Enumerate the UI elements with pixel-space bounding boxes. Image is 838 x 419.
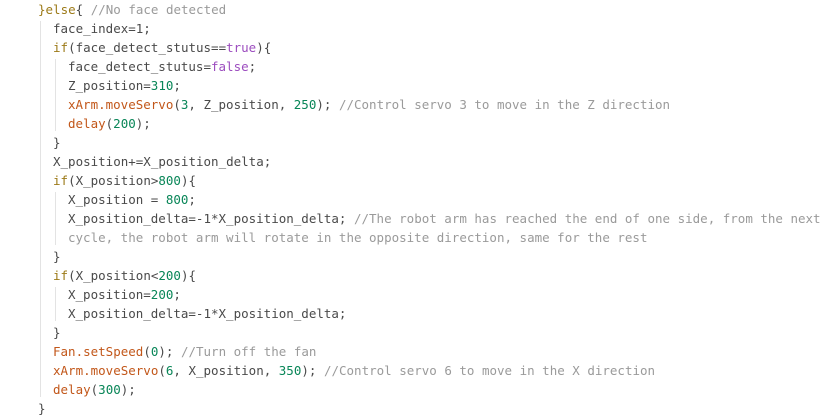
code-token-cmt: //Control servo 6 to move in the X direc… — [323, 363, 656, 378]
code-token-plain: } — [53, 249, 61, 264]
code-token-plain: (X_position< — [68, 268, 159, 283]
code-token-num: 200 — [113, 116, 136, 131]
code-token-plain: ( — [173, 97, 181, 112]
code-line: X_position = 800; — [0, 190, 838, 209]
code-token-cmt: //Control servo 3 to move in the Z direc… — [338, 97, 671, 112]
code-token-fn: xArm.moveServo — [53, 363, 159, 378]
code-line: cycle, the robot arm will rotate in the … — [0, 228, 838, 247]
code-token-bool: false — [211, 59, 249, 74]
code-token-num: 310 — [150, 78, 174, 93]
code-line: X_position_delta=-1*X_position_delta; //… — [0, 209, 838, 228]
code-token-plain: Z_position= — [68, 78, 151, 93]
code-token-plain: face_detect_stutus= — [68, 59, 211, 74]
code-token-kw: if — [53, 173, 69, 188]
code-line: delay(300); — [0, 380, 838, 399]
code-token-plain: ; — [173, 78, 181, 93]
code-token-plain: ){ — [180, 268, 197, 283]
code-token-plain: , Z_position, — [188, 97, 294, 112]
code-line: Z_position=310; — [0, 76, 838, 95]
code-line: X_position_delta=-1*X_position_delta; — [0, 304, 838, 323]
code-line: face_detect_stutus=false; — [0, 57, 838, 76]
code-token-num: 200 — [158, 268, 181, 283]
code-token-plain: } — [53, 325, 61, 340]
code-token-fn: delay — [53, 382, 91, 397]
code-token-plain: X_position_delta=-1*X_position_delta; — [68, 211, 354, 226]
code-token-plain: ; — [173, 287, 181, 302]
code-token-plain: ; — [248, 59, 257, 74]
code-token-num: 250 — [293, 97, 317, 112]
code-token-plain: ; — [188, 192, 196, 207]
code-token-plain: ); — [301, 363, 324, 378]
code-token-cmt: //No face detected — [90, 2, 227, 17]
code-token-plain: X_position = — [68, 192, 166, 207]
code-token-plain: ){ — [180, 173, 197, 188]
code-token-cmt: cycle, the robot arm will rotate in the … — [68, 230, 648, 245]
code-token-num: 300 — [98, 382, 121, 397]
code-token-num: 800 — [165, 192, 189, 207]
code-token-fn: delay — [68, 116, 106, 131]
code-line: if(X_position>800){ — [0, 171, 838, 190]
code-token-cmt: //The robot arm has reached the end of o… — [353, 211, 821, 226]
code-token-plain: X_position_delta=-1*X_position_delta; — [68, 306, 347, 321]
code-token-num: 350 — [278, 363, 302, 378]
code-token-fn: xArm.moveServo — [68, 97, 174, 112]
code-line: } — [0, 133, 838, 152]
code-line: xArm.moveServo(6, X_position, 350); //Co… — [0, 361, 838, 380]
code-line: } — [0, 323, 838, 342]
code-line: } — [0, 399, 838, 418]
code-token-plain: ( — [143, 344, 151, 359]
code-token-fn: Fan.setSpeed — [53, 344, 144, 359]
code-editor[interactable]: }else{ //No face detected face_index=1;if… — [0, 0, 838, 419]
code-token-plain: ); — [135, 116, 151, 131]
code-token-kw: }else — [38, 2, 76, 17]
code-token-kw: if — [53, 40, 69, 55]
code-token-plain: } — [38, 401, 46, 416]
code-line: delay(200); — [0, 114, 838, 133]
code-token-plain: ); — [120, 382, 136, 397]
code-token-cmt: //Turn off the fan — [180, 344, 317, 359]
code-line: if(face_detect_stutus==true){ — [0, 38, 838, 57]
code-token-plain: , X_position, — [173, 363, 279, 378]
code-line: if(X_position<200){ — [0, 266, 838, 285]
code-line: X_position=200; — [0, 285, 838, 304]
code-token-num: 200 — [150, 287, 174, 302]
code-token-plain: { — [75, 2, 91, 17]
code-token-bool: true — [226, 40, 257, 55]
code-line: }else{ //No face detected — [0, 0, 838, 19]
code-line: } — [0, 247, 838, 266]
code-token-kw: if — [53, 268, 69, 283]
code-token-num: 800 — [158, 173, 181, 188]
code-token-plain: (face_detect_stutus== — [68, 40, 227, 55]
code-token-plain: X_position= — [68, 287, 151, 302]
code-token-plain: ); — [316, 97, 339, 112]
code-line: face_index=1; — [0, 19, 838, 38]
code-token-plain: ){ — [256, 40, 272, 55]
code-token-plain: face_index=1; — [53, 21, 151, 36]
code-token-plain: (X_position> — [68, 173, 159, 188]
code-line: xArm.moveServo(3, Z_position, 250); //Co… — [0, 95, 838, 114]
code-token-plain: ); — [158, 344, 181, 359]
code-line: Fan.setSpeed(0); //Turn off the fan — [0, 342, 838, 361]
code-token-plain: } — [53, 135, 61, 150]
code-token-plain: ( — [158, 363, 166, 378]
code-token-plain: X_position+=X_position_delta; — [53, 154, 272, 169]
code-line: X_position+=X_position_delta; — [0, 152, 838, 171]
